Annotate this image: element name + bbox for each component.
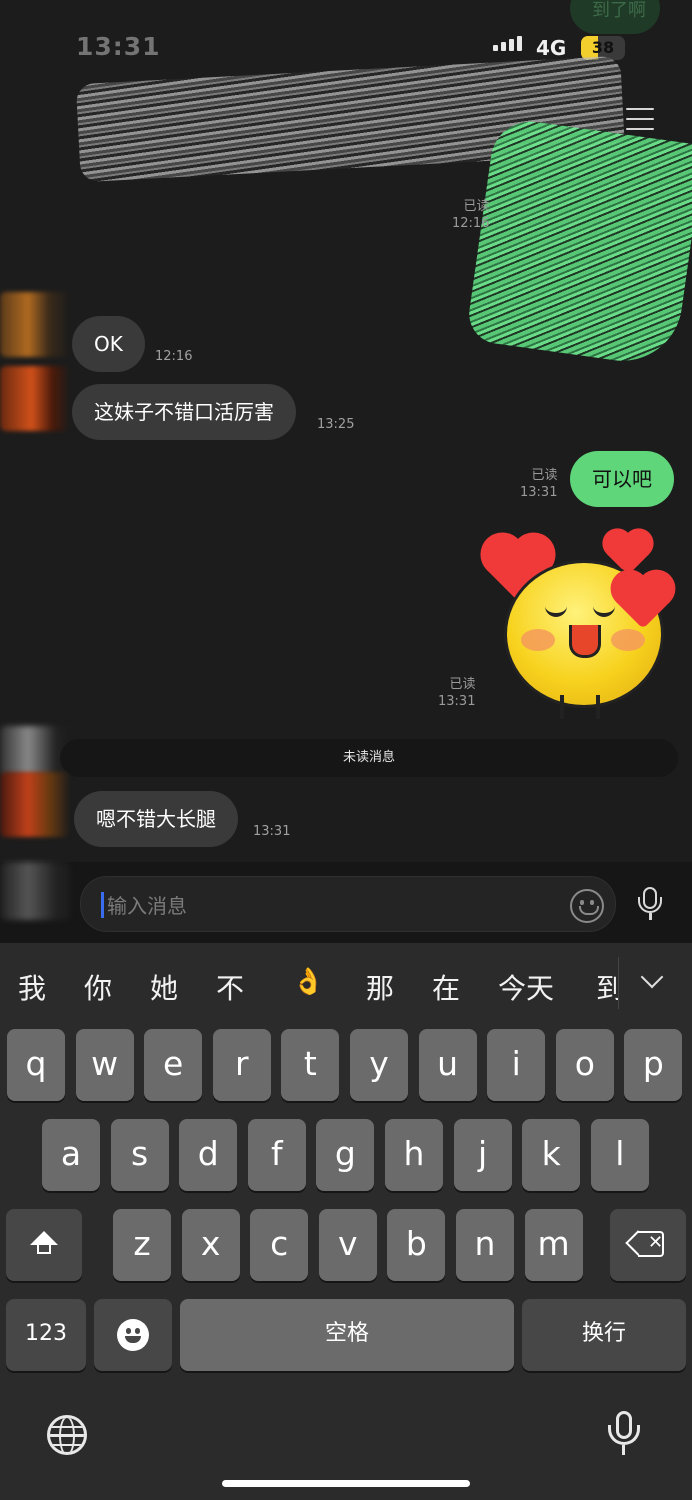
message-input[interactable]: 输入消息 bbox=[80, 876, 616, 932]
input-placeholder: 输入消息 bbox=[107, 894, 187, 918]
space-key[interactable]: 空格 bbox=[180, 1299, 514, 1371]
voice-input-icon[interactable] bbox=[638, 887, 662, 921]
key-h[interactable]: h bbox=[385, 1119, 443, 1191]
emoji-key[interactable] bbox=[94, 1299, 172, 1371]
shift-icon bbox=[30, 1231, 58, 1245]
emoji-icon bbox=[117, 1319, 149, 1351]
status-time: 13:31 bbox=[76, 32, 161, 61]
key-s[interactable]: s bbox=[110, 1119, 169, 1191]
candidate-bar: 我 你 她 不 👌 那 在 今天 到 bbox=[0, 943, 692, 1027]
avatar[interactable] bbox=[0, 292, 70, 357]
key-n[interactable]: n bbox=[456, 1209, 514, 1281]
key-j[interactable]: j bbox=[453, 1119, 512, 1191]
message-meta: 已读 12:16 bbox=[452, 198, 489, 232]
candidate-word[interactable]: 你 bbox=[84, 967, 112, 1007]
key-m[interactable]: m bbox=[524, 1209, 583, 1281]
candidate-word[interactable]: 👌 bbox=[292, 967, 324, 997]
key-d[interactable]: d bbox=[179, 1119, 238, 1191]
key-t[interactable]: t bbox=[281, 1029, 340, 1101]
text-caret bbox=[101, 892, 104, 918]
avatar[interactable] bbox=[0, 772, 70, 837]
read-receipt: 已读 bbox=[449, 677, 476, 692]
key-g[interactable]: g bbox=[316, 1119, 375, 1191]
key-a[interactable]: a bbox=[42, 1119, 100, 1191]
message-time: 12:16 bbox=[452, 216, 490, 231]
candidate-word[interactable]: 不 bbox=[216, 967, 244, 1007]
read-receipt: 已读 bbox=[463, 199, 490, 214]
message-meta: 已读 13:31 bbox=[520, 467, 557, 501]
message-time: 13:31 bbox=[438, 694, 476, 709]
candidate-word[interactable]: 那 bbox=[366, 967, 394, 1007]
message-text: 嗯不错大长腿 bbox=[96, 807, 216, 831]
incoming-message-bubble[interactable]: 这妹子不错口活厉害 bbox=[72, 384, 296, 440]
message-input-bar: 输入消息 bbox=[0, 862, 692, 943]
candidate-word[interactable]: 今天 bbox=[498, 967, 554, 1007]
key-v[interactable]: v bbox=[318, 1209, 377, 1281]
key-p[interactable]: p bbox=[624, 1029, 683, 1101]
key-u[interactable]: u bbox=[418, 1029, 477, 1101]
shift-key[interactable] bbox=[6, 1209, 82, 1281]
globe-icon[interactable] bbox=[47, 1415, 87, 1455]
avatar[interactable] bbox=[0, 862, 70, 920]
key-k[interactable]: k bbox=[522, 1119, 581, 1191]
key-f[interactable]: f bbox=[247, 1119, 306, 1191]
outgoing-message-bubble[interactable]: 可以吧 bbox=[570, 451, 674, 507]
incoming-message-bubble[interactable]: OK bbox=[72, 316, 145, 372]
signal-icon bbox=[493, 36, 522, 51]
key-l[interactable]: l bbox=[590, 1119, 649, 1191]
candidate-divider bbox=[618, 957, 619, 1009]
network-type: 4G bbox=[536, 36, 567, 60]
key-o[interactable]: o bbox=[555, 1029, 614, 1101]
incoming-message-bubble[interactable]: 嗯不错大长腿 bbox=[74, 791, 238, 847]
message-time: 13:31 bbox=[520, 485, 558, 500]
return-key[interactable]: 换行 bbox=[522, 1299, 686, 1371]
candidate-word[interactable]: 她 bbox=[150, 967, 178, 1007]
key-y[interactable]: y bbox=[350, 1029, 408, 1101]
partial-bubble-text: 到了啊 bbox=[592, 0, 646, 21]
numbers-key[interactable]: 123 bbox=[6, 1299, 86, 1371]
unread-messages-divider: 未读消息 bbox=[60, 739, 678, 777]
key-b[interactable]: b bbox=[387, 1209, 446, 1281]
message-time: 13:31 bbox=[253, 824, 291, 839]
read-receipt: 已读 bbox=[531, 468, 558, 483]
redaction-scribble-green bbox=[465, 116, 692, 369]
message-time: 13:25 bbox=[317, 417, 355, 432]
expand-candidates-icon[interactable] bbox=[640, 965, 664, 989]
keyboard: 我 你 她 不 👌 那 在 今天 到 qwertyuiop asdfghjkl … bbox=[0, 943, 692, 1500]
candidate-word[interactable]: 我 bbox=[18, 967, 46, 1007]
message-text: OK bbox=[94, 332, 123, 356]
dictation-mic-icon[interactable] bbox=[608, 1411, 640, 1457]
avatar[interactable] bbox=[0, 726, 70, 776]
key-i[interactable]: i bbox=[487, 1029, 546, 1101]
backspace-icon: ✕ bbox=[625, 1230, 664, 1257]
key-e[interactable]: e bbox=[144, 1029, 203, 1101]
message-text: 这妹子不错口活厉害 bbox=[94, 400, 274, 424]
message-meta: 已读 13:31 bbox=[438, 676, 475, 710]
message-text: 可以吧 bbox=[592, 467, 652, 491]
candidate-word[interactable]: 在 bbox=[432, 967, 460, 1007]
emoji-button-icon[interactable] bbox=[570, 889, 604, 923]
backspace-key[interactable]: ✕ bbox=[610, 1209, 686, 1281]
sticker-message[interactable] bbox=[486, 520, 688, 720]
key-w[interactable]: w bbox=[75, 1029, 134, 1101]
key-r[interactable]: r bbox=[212, 1029, 271, 1101]
key-x[interactable]: x bbox=[181, 1209, 240, 1281]
avatar[interactable] bbox=[0, 366, 70, 431]
key-z[interactable]: z bbox=[113, 1209, 171, 1281]
home-indicator[interactable] bbox=[222, 1480, 470, 1487]
key-q[interactable]: q bbox=[7, 1029, 65, 1101]
chat-area: 到了啊 13:31 4G 38 已读 12:16 OK 12:16 这妹子不错口… bbox=[0, 0, 692, 943]
key-c[interactable]: c bbox=[250, 1209, 309, 1281]
message-time: 12:16 bbox=[155, 349, 193, 364]
menu-icon[interactable] bbox=[626, 108, 654, 132]
candidate-word[interactable]: 到 bbox=[596, 967, 618, 1007]
